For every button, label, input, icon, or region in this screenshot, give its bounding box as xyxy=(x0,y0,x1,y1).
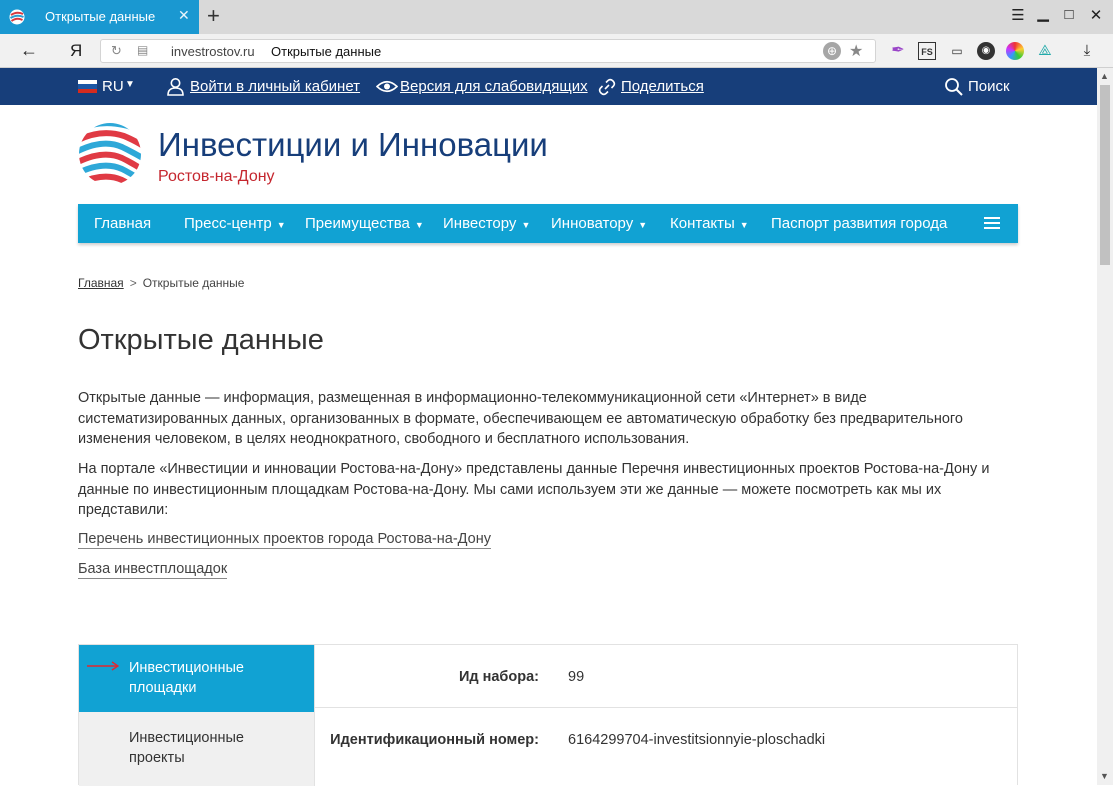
chevron-down-icon: ▼ xyxy=(638,220,648,230)
cast-extension-icon[interactable]: ▭ xyxy=(948,42,966,60)
login-link[interactable]: Войти в личный кабинет xyxy=(190,78,360,95)
divider xyxy=(315,707,1018,708)
browser-tab-active[interactable]: Открытые данные ✕ xyxy=(0,0,199,34)
page-scrollbar[interactable]: ▲ ▼ xyxy=(1097,68,1113,785)
menu-icon[interactable]: ☰ xyxy=(1008,6,1028,24)
nav-item-label: Преимущества xyxy=(305,215,410,232)
reload-icon[interactable]: ↻ xyxy=(111,43,122,59)
scroll-up-icon[interactable]: ▲ xyxy=(1100,71,1109,81)
tab-title: Открытые данные xyxy=(45,9,156,24)
dataset-id-value: 99 xyxy=(568,669,585,685)
identification-number-label: Идентификационный номер: xyxy=(330,732,539,748)
arrow-right-icon xyxy=(87,661,119,671)
page-info-icon[interactable]: ▤ xyxy=(137,43,148,57)
close-tab-icon[interactable]: ✕ xyxy=(178,7,190,24)
nav-item-press-center[interactable]: Пресс-центр ▼ xyxy=(184,215,286,232)
nav-item-label: Контакты xyxy=(670,215,735,232)
site-logo-icon[interactable] xyxy=(78,122,142,186)
browser-address-bar: ← Я ↻ ▤ investrostov.ru Открытые данные … xyxy=(0,34,1113,68)
yandex-icon[interactable]: Я xyxy=(70,41,82,61)
hamburger-menu-icon[interactable] xyxy=(984,217,1000,229)
portal-paragraph: На портале «Инвестиции и инновации Росто… xyxy=(78,461,990,518)
nav-item-label: Инвестору xyxy=(443,215,517,232)
share-link[interactable]: Поделиться xyxy=(621,78,704,95)
url-field[interactable]: ↻ ▤ investrostov.ru Открытые данные ⊕ ★ xyxy=(100,39,876,63)
main-navigation: Главная Пресс-центр ▼ Преимущества ▼ Инвес… xyxy=(78,204,1018,243)
intro-paragraph: Открытые данные — информация, размещенна… xyxy=(78,390,963,447)
russia-flag-icon xyxy=(78,80,97,93)
nav-item-advantages[interactable]: Преимущества ▼ xyxy=(305,215,424,232)
breadcrumb-current: Открытые данные xyxy=(142,276,245,290)
link-icon xyxy=(598,78,616,96)
eye-icon xyxy=(376,80,398,93)
fs-extension-icon[interactable]: FS xyxy=(918,42,936,60)
sidebar-item-label: Инвестиционные площадки xyxy=(129,660,244,696)
scroll-down-icon[interactable]: ▼ xyxy=(1100,771,1109,781)
dataset-card: Инвестиционные площадки Инвестиционные п… xyxy=(78,644,1018,786)
feather-extension-icon[interactable]: ✒ xyxy=(889,42,907,60)
shield-extension-icon[interactable]: ⟁ xyxy=(1036,42,1054,60)
url-domain: investrostov.ru xyxy=(171,44,255,59)
accessibility-link[interactable]: Версия для слабовидящих xyxy=(400,78,588,95)
nav-item-city-passport[interactable]: Паспорт развития города xyxy=(771,215,947,232)
url-page-title: Открытые данные xyxy=(271,44,382,59)
minimize-icon[interactable]: ▁ xyxy=(1033,4,1053,22)
nav-item-investor[interactable]: Инвестору ▼ xyxy=(443,215,530,232)
nav-item-home[interactable]: Главная xyxy=(94,215,151,232)
site-title[interactable]: Инвестиции и Инновации xyxy=(158,126,548,164)
back-arrow-icon[interactable]: ← xyxy=(20,40,38,61)
color-extension-icon[interactable] xyxy=(1006,42,1024,60)
investment-sites-link[interactable]: База инвестплощадок xyxy=(78,560,228,579)
nav-item-label: Главная xyxy=(94,215,152,232)
chevron-down-icon: ▼ xyxy=(739,220,749,230)
nav-item-innovator[interactable]: Инноватору ▼ xyxy=(551,215,647,232)
breadcrumb-home-link[interactable]: Главная xyxy=(78,276,124,290)
language-selector[interactable]: RU xyxy=(102,78,124,95)
breadcrumb: Главная > Открытые данные xyxy=(78,276,244,290)
search-button[interactable]: Поиск xyxy=(968,78,1010,95)
translate-icon[interactable]: ⊕ xyxy=(823,42,841,60)
page-title: Открытые данные xyxy=(78,324,324,356)
chevron-down-icon: ▼ xyxy=(414,220,424,230)
site-top-bar: RU ▼ Войти в личный кабинет Версия для с… xyxy=(0,68,1097,105)
nav-item-label: Инноватору xyxy=(551,215,634,232)
vpn-extension-icon[interactable]: ◉ xyxy=(977,42,995,60)
sidebar-item-investment-sites[interactable]: Инвестиционные площадки xyxy=(79,645,314,712)
site-subtitle: Ростов-на-Дону xyxy=(158,168,275,185)
sidebar-item-label: Инвестиционные проекты xyxy=(129,730,244,766)
scroll-thumb[interactable] xyxy=(1100,85,1110,265)
identification-number-value: 6164299704-investitsionnyie-ploschadki xyxy=(568,732,826,748)
search-icon[interactable] xyxy=(944,77,963,96)
nav-item-contacts[interactable]: Контакты ▼ xyxy=(670,215,749,232)
chevron-down-icon: ▼ xyxy=(521,220,531,230)
new-tab-icon[interactable]: + xyxy=(207,4,220,28)
sidebar-item-investment-projects[interactable]: Инвестиционные проекты xyxy=(79,712,314,786)
bookmark-star-icon[interactable]: ★ xyxy=(849,41,863,61)
download-icon[interactable]: ⤓ xyxy=(1078,42,1096,60)
chevron-down-icon[interactable]: ▼ xyxy=(125,79,135,90)
maximize-icon[interactable]: □ xyxy=(1059,6,1079,23)
breadcrumb-separator: > xyxy=(129,276,137,290)
close-window-icon[interactable]: ✕ xyxy=(1086,6,1106,24)
chevron-down-icon: ▼ xyxy=(276,220,286,230)
user-icon xyxy=(167,78,184,96)
dataset-id-label: Ид набора: xyxy=(458,669,539,685)
nav-item-label: Паспорт развития города xyxy=(771,215,948,232)
investment-projects-link[interactable]: Перечень инвестиционных проектов города … xyxy=(78,530,491,549)
browser-tab-bar: Открытые данные ✕ + ☰ ▁ □ ✕ xyxy=(0,0,1113,34)
site-favicon-icon xyxy=(9,9,25,25)
nav-item-label: Пресс-центр xyxy=(184,215,272,232)
